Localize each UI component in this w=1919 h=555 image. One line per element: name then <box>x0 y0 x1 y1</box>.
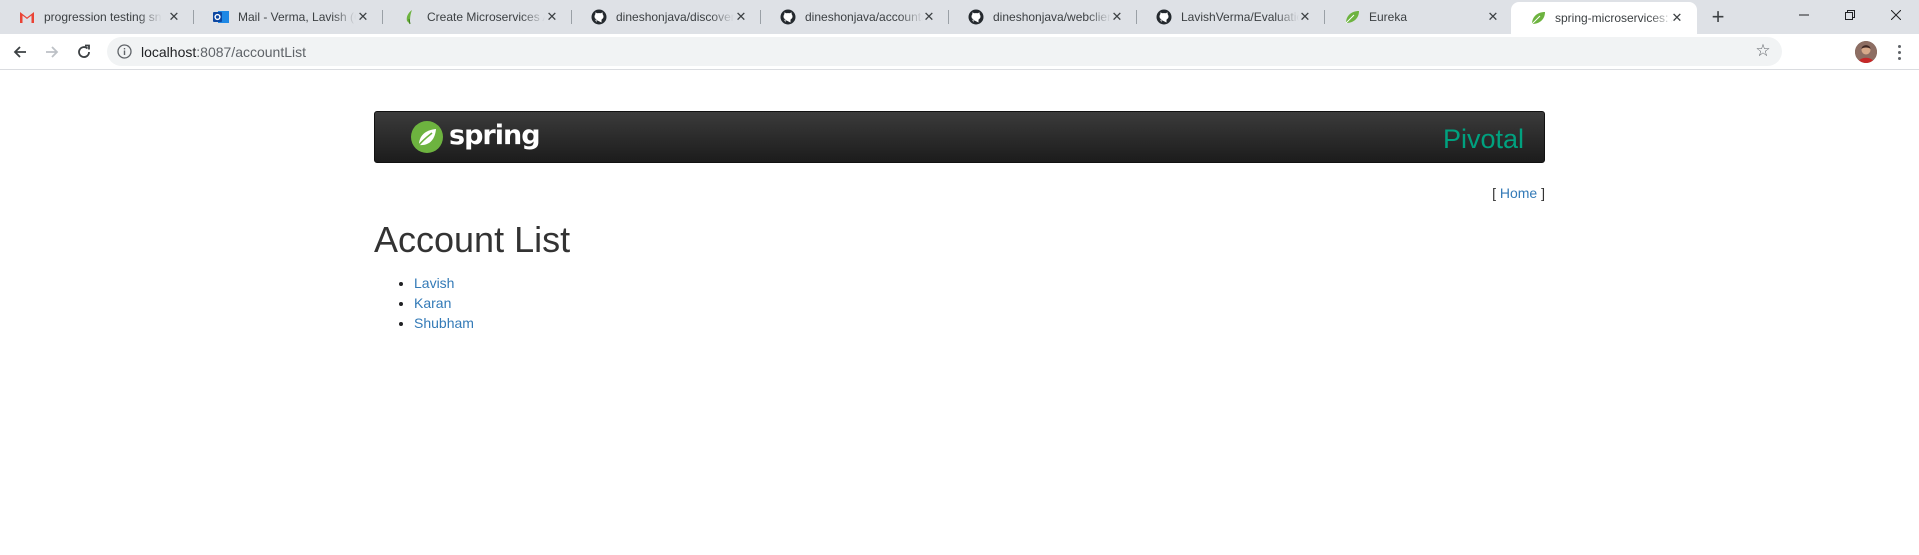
url-path: :8087/accountList <box>196 44 307 60</box>
back-button[interactable] <box>10 42 30 62</box>
tab-github-evaluation[interactable]: LavishVerma/Evaluation ✕ <box>1137 0 1325 34</box>
spring-banner: spring Pivotal <box>374 111 1545 163</box>
tab-title: progression testing sna <box>44 10 162 24</box>
account-link[interactable]: Karan <box>414 295 451 311</box>
restore-button[interactable] <box>1827 0 1873 28</box>
tab-spring-microservices[interactable]: spring-microservices: A ✕ <box>1511 2 1697 34</box>
outlook-icon <box>213 9 229 25</box>
list-item: Shubham <box>414 313 474 333</box>
close-tab-icon[interactable]: ✕ <box>1485 9 1501 25</box>
url-host: localhost <box>141 44 197 60</box>
tab-gmail[interactable]: progression testing sna ✕ <box>0 0 194 34</box>
github-icon <box>1156 9 1172 25</box>
forward-button[interactable] <box>42 42 62 62</box>
tab-outlook[interactable]: Mail - Verma, Lavish (C ✕ <box>194 0 383 34</box>
gmail-icon <box>19 9 35 25</box>
spring-leaf-icon <box>1344 9 1360 25</box>
close-tab-icon[interactable]: ✕ <box>1669 10 1685 26</box>
tab-title: Mail - Verma, Lavish (C <box>238 10 356 24</box>
close-tab-icon[interactable]: ✕ <box>1297 9 1313 25</box>
list-item: Lavish <box>414 273 474 293</box>
bookmark-star-icon[interactable]: ☆ <box>1754 42 1772 60</box>
minimize-button[interactable] <box>1781 0 1827 28</box>
url-text[interactable]: localhost:8087/accountList <box>141 44 306 60</box>
home-link[interactable]: Home <box>1500 185 1537 201</box>
list-item: Karan <box>414 293 474 313</box>
close-tab-icon[interactable]: ✕ <box>544 9 560 25</box>
tab-github-accounts[interactable]: dineshonjava/accounts ✕ <box>761 0 949 34</box>
tab-title: Create Microservices A <box>427 10 545 24</box>
menu-dot <box>1897 56 1901 60</box>
new-tab-button[interactable]: + <box>1704 6 1732 28</box>
tab-create-microservices[interactable]: Create Microservices A ✕ <box>383 0 572 34</box>
home-nav: [ Home ] <box>1492 185 1545 201</box>
tab-title: Eureka <box>1369 10 1408 24</box>
close-tab-icon[interactable]: ✕ <box>921 9 937 25</box>
info-icon[interactable] <box>117 44 132 59</box>
account-link[interactable]: Shubham <box>414 315 474 331</box>
back-arrow-icon <box>13 46 26 58</box>
tab-eureka[interactable]: Eureka ✕ <box>1325 0 1513 34</box>
menu-dot <box>1897 50 1901 54</box>
reload-icon <box>78 44 90 58</box>
tab-title: dineshonjava/discovery <box>616 10 734 24</box>
github-icon <box>591 9 607 25</box>
tab-strip: progression testing sna ✕ Mail - Verma, … <box>0 0 1919 34</box>
close-tab-icon[interactable]: ✕ <box>733 9 749 25</box>
close-tab-icon[interactable]: ✕ <box>355 9 371 25</box>
account-list: Lavish Karan Shubham <box>374 273 474 333</box>
spring-leaf-icon <box>1530 10 1546 26</box>
close-window-button[interactable] <box>1873 0 1919 28</box>
github-icon <box>780 9 796 25</box>
browser-toolbar: localhost:8087/accountList ☆ <box>0 34 1919 70</box>
forward-arrow-icon <box>46 46 59 58</box>
menu-dot <box>1897 44 1901 48</box>
address-bar[interactable]: localhost:8087/accountList ☆ <box>107 37 1782 66</box>
tab-github-discovery[interactable]: dineshonjava/discovery ✕ <box>572 0 761 34</box>
reload-button[interactable] <box>74 42 94 62</box>
profile-avatar[interactable] <box>1855 41 1877 63</box>
tab-title: dineshonjava/webclient <box>993 10 1111 24</box>
account-link[interactable]: Lavish <box>414 275 454 291</box>
github-icon <box>968 9 984 25</box>
close-tab-icon[interactable]: ✕ <box>1109 9 1125 25</box>
close-tab-icon[interactable]: ✕ <box>166 9 182 25</box>
spring-logo-icon <box>410 120 444 154</box>
spring-wordmark: spring <box>449 120 541 151</box>
pivotal-wordmark: Pivotal <box>1442 124 1524 154</box>
tab-title: dineshonjava/accounts <box>805 10 923 24</box>
page-title: Account List <box>374 219 571 260</box>
spring-leaf-icon <box>402 9 418 25</box>
tab-title: spring-microservices: A <box>1555 11 1673 25</box>
tab-title: LavishVerma/Evaluation <box>1181 10 1299 24</box>
browser-menu-button[interactable] <box>1891 42 1907 62</box>
tab-github-webclient[interactable]: dineshonjava/webclient ✕ <box>949 0 1137 34</box>
